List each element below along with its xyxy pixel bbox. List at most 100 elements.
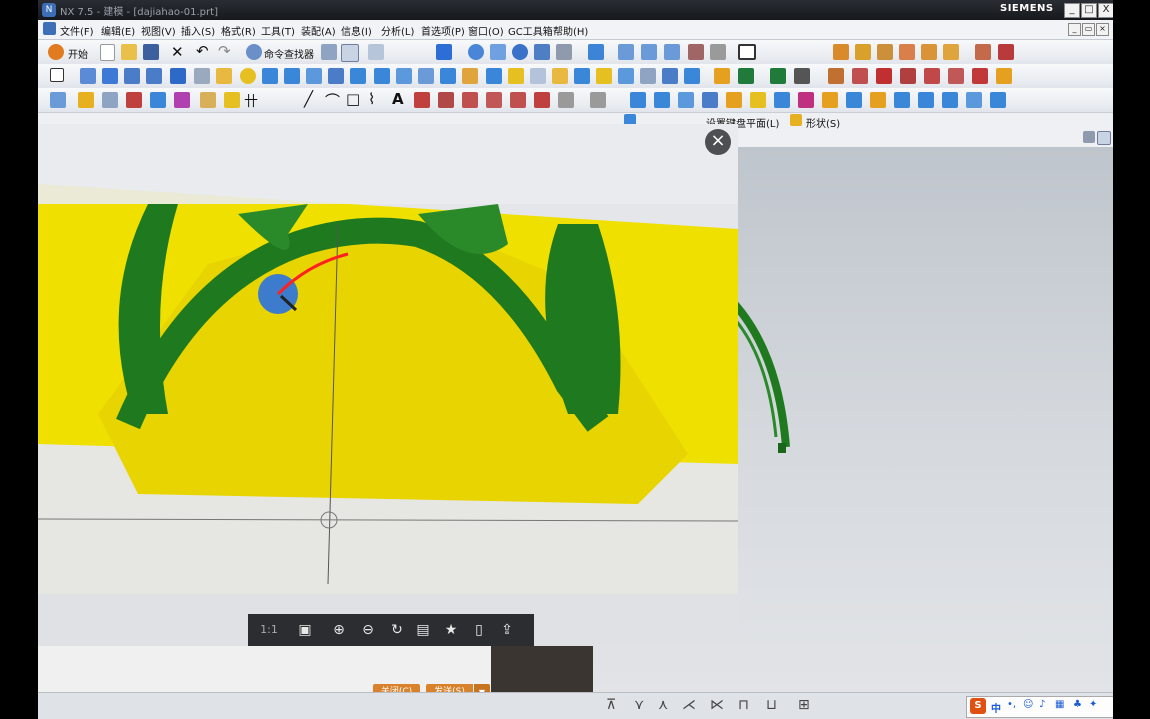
pan-icon[interactable] bbox=[534, 44, 550, 60]
delete-face-icon[interactable] bbox=[662, 68, 678, 84]
menu-gc-toolbox[interactable]: GC工具箱 bbox=[508, 23, 553, 38]
menu-help[interactable]: 帮助(H) bbox=[553, 23, 588, 38]
plane-icon[interactable] bbox=[102, 92, 118, 108]
snap-face-icon[interactable]: ⊞ bbox=[798, 697, 810, 713]
ime-skin-icon[interactable]: ♣ bbox=[1073, 699, 1082, 710]
face-icon-10[interactable] bbox=[846, 92, 862, 108]
menu-view[interactable]: 视图(V) bbox=[141, 23, 176, 38]
n-sided-icon[interactable] bbox=[794, 68, 810, 84]
feature-icon-4[interactable] bbox=[899, 44, 915, 60]
open-file-icon[interactable] bbox=[121, 44, 137, 60]
save-icon[interactable] bbox=[143, 44, 159, 60]
move-face-icon[interactable] bbox=[618, 68, 634, 84]
pencil-icon[interactable] bbox=[224, 92, 240, 108]
offset-curve-icon[interactable] bbox=[414, 92, 430, 108]
face-icon-11[interactable] bbox=[870, 92, 886, 108]
snap-point-icon[interactable]: ⊼ bbox=[606, 697, 616, 713]
cylinder-icon[interactable] bbox=[262, 68, 278, 84]
snap-quadrant-icon[interactable]: ⊔ bbox=[766, 697, 777, 713]
menu-insert[interactable]: 插入(S) bbox=[181, 23, 215, 38]
face-icon-12[interactable] bbox=[894, 92, 910, 108]
face-icon-2[interactable] bbox=[654, 92, 670, 108]
menu-edit[interactable]: 编辑(E) bbox=[101, 23, 135, 38]
curve-icon-1[interactable] bbox=[828, 68, 844, 84]
face-icon-1[interactable] bbox=[630, 92, 646, 108]
feature-icon-3[interactable] bbox=[877, 44, 893, 60]
cut-icon[interactable]: ✕ bbox=[171, 43, 184, 61]
ime-punct-icon[interactable]: •, bbox=[1007, 699, 1016, 710]
revolve-icon[interactable] bbox=[102, 68, 118, 84]
sew-icon[interactable] bbox=[462, 68, 478, 84]
chamfer-icon[interactable] bbox=[328, 68, 344, 84]
rotate-icon[interactable] bbox=[512, 44, 528, 60]
isoparametric-curve-icon[interactable] bbox=[486, 92, 502, 108]
start-button[interactable]: 开始 bbox=[68, 46, 88, 61]
bookmark-icon[interactable]: ★ bbox=[442, 621, 460, 639]
curve-icon-5[interactable] bbox=[924, 68, 940, 84]
background-icon[interactable] bbox=[738, 44, 756, 60]
sphere-icon[interactable] bbox=[240, 68, 256, 84]
csys-icon[interactable] bbox=[126, 92, 142, 108]
datum-axis-icon[interactable] bbox=[174, 92, 190, 108]
top-view-icon[interactable] bbox=[641, 44, 657, 60]
undo-icon[interactable]: ↶ bbox=[196, 42, 209, 60]
arc-icon[interactable]: ⌒ bbox=[325, 90, 340, 111]
sweep-icon[interactable] bbox=[714, 68, 730, 84]
feature-icon-1[interactable] bbox=[833, 44, 849, 60]
snap-end-icon[interactable]: ⋎ bbox=[634, 697, 644, 713]
trim-curve-icon[interactable] bbox=[558, 92, 574, 108]
ime-mode-toggle[interactable]: 中 bbox=[991, 700, 1001, 715]
menu-tools[interactable]: 工具(T) bbox=[261, 23, 295, 38]
project-curve-icon[interactable] bbox=[438, 92, 454, 108]
rotate-icon[interactable]: ↻ bbox=[388, 621, 406, 639]
face-blend-icon[interactable] bbox=[552, 68, 568, 84]
hole-icon[interactable] bbox=[124, 68, 140, 84]
shell-icon[interactable] bbox=[350, 68, 366, 84]
shape-icon[interactable] bbox=[790, 114, 802, 126]
command-finder-button[interactable]: 命令查找器 bbox=[264, 46, 314, 61]
front-view-icon[interactable] bbox=[618, 44, 634, 60]
feature-icon-2[interactable] bbox=[855, 44, 871, 60]
edge-blend-icon[interactable] bbox=[530, 68, 546, 84]
snap-icon[interactable] bbox=[368, 44, 384, 60]
zoom-icon[interactable] bbox=[468, 44, 484, 60]
share-icon[interactable]: ⇪ bbox=[498, 621, 516, 639]
minimize-button[interactable]: _ bbox=[1064, 3, 1080, 18]
feature-icon-5[interactable] bbox=[921, 44, 937, 60]
ime-logo-icon[interactable]: S bbox=[970, 698, 986, 714]
face-icon-4[interactable] bbox=[702, 92, 718, 108]
point-icon[interactable] bbox=[78, 92, 94, 108]
photo-close-button[interactable]: × bbox=[705, 129, 731, 155]
snap-intersect-icon[interactable]: ⋉ bbox=[710, 697, 724, 713]
shaded-icon[interactable] bbox=[588, 44, 604, 60]
new-file-icon[interactable] bbox=[100, 44, 115, 61]
mirror-icon[interactable] bbox=[508, 68, 524, 84]
datum-icon[interactable] bbox=[194, 68, 210, 84]
menu-window[interactable]: 窗口(O) bbox=[468, 23, 504, 38]
save-image-icon[interactable]: ▤ bbox=[414, 621, 432, 639]
ruler-icon[interactable] bbox=[200, 92, 216, 108]
line-icon[interactable]: ╱ bbox=[304, 90, 313, 108]
fit-screen-icon[interactable]: ▣ bbox=[296, 621, 314, 639]
face-icon-9[interactable] bbox=[822, 92, 838, 108]
menu-file[interactable]: 文件(F) bbox=[60, 23, 94, 38]
section-view-icon[interactable] bbox=[688, 44, 704, 60]
menu-info[interactable]: 信息(I) bbox=[341, 23, 372, 38]
doc-minimize-button[interactable]: _ bbox=[1068, 23, 1081, 36]
bridge-curve-icon[interactable] bbox=[510, 92, 526, 108]
face-icon-16[interactable] bbox=[990, 92, 1006, 108]
phone-icon[interactable]: ▯ bbox=[470, 621, 488, 639]
split-icon[interactable] bbox=[440, 68, 456, 84]
face-icon-14[interactable] bbox=[942, 92, 958, 108]
face-icon-5[interactable] bbox=[726, 92, 742, 108]
pattern-icon[interactable] bbox=[486, 68, 502, 84]
command-finder-icon[interactable] bbox=[246, 44, 262, 60]
face-icon-8[interactable] bbox=[798, 92, 814, 108]
panel-layout-icon[interactable] bbox=[1097, 131, 1111, 145]
rectangle-icon[interactable]: □ bbox=[346, 90, 360, 108]
hidden-icon[interactable] bbox=[710, 44, 726, 60]
extrude-icon[interactable] bbox=[80, 68, 96, 84]
right-view-icon[interactable] bbox=[664, 44, 680, 60]
fit-view-icon[interactable] bbox=[436, 44, 452, 60]
tube-icon[interactable] bbox=[738, 68, 754, 84]
